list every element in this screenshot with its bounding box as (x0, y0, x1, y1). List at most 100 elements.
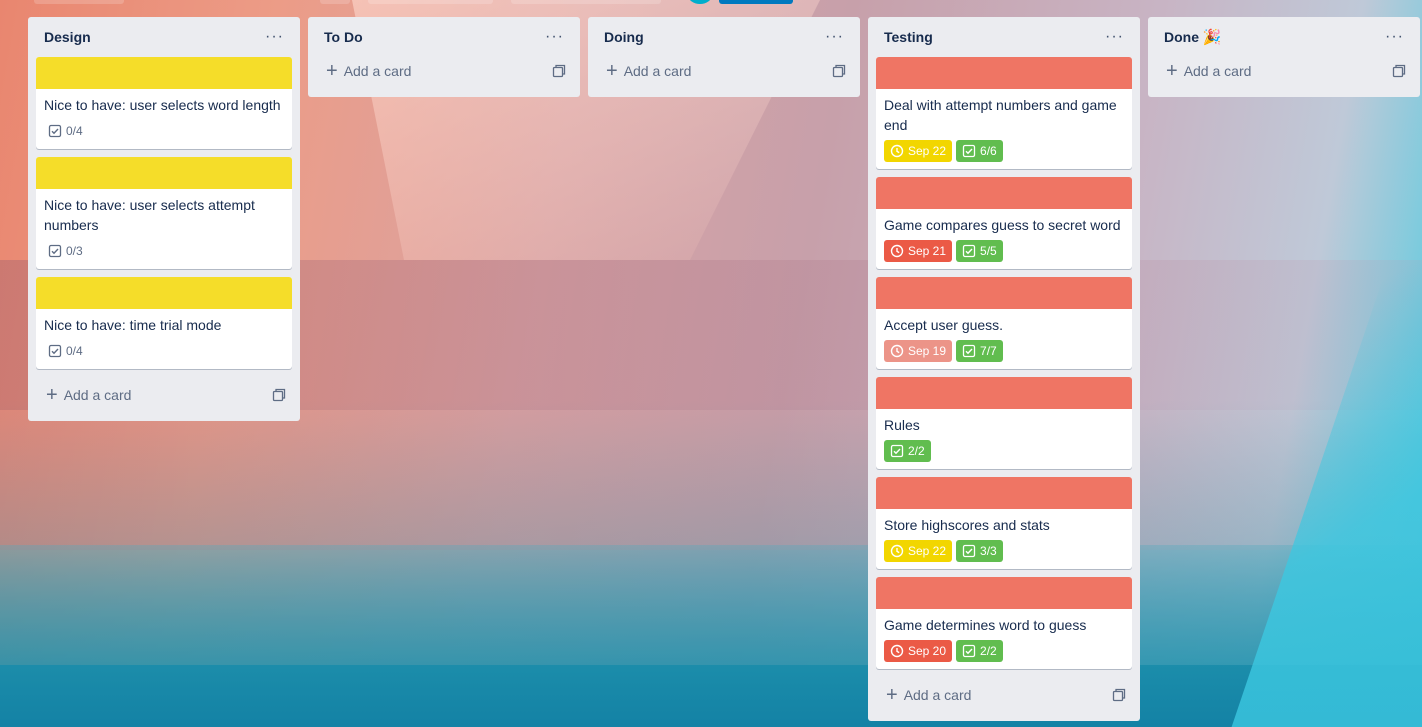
add-card-label: Add a card (623, 63, 692, 79)
list-header[interactable]: Done 🎉 ··· (1156, 17, 1412, 57)
add-card-label: Add a card (1183, 63, 1252, 79)
due-date: Sep 19 (908, 344, 947, 358)
checklist-count: 2/2 (980, 644, 997, 658)
add-card-button[interactable]: + Add a card (596, 53, 852, 89)
list-header[interactable]: To Do ··· (316, 17, 572, 57)
list-header[interactable]: Testing ··· (876, 17, 1132, 57)
card-title: Accept user guess. (884, 317, 1004, 333)
checklist-badge: 2/2 (956, 640, 1003, 662)
list-header[interactable]: Design ··· (36, 17, 292, 57)
due-date: Sep 22 (908, 144, 947, 158)
card-template-icon[interactable] (832, 64, 846, 78)
add-card-label: Add a card (343, 63, 412, 79)
header-button[interactable] (34, 0, 124, 4)
plus-icon: + (606, 60, 618, 82)
card-template-icon[interactable] (272, 388, 286, 402)
add-card-label: Add a card (63, 387, 132, 403)
plus-icon: + (326, 60, 338, 82)
card[interactable]: Game compares guess to secret word Sep 2… (876, 177, 1132, 269)
background-accent (1231, 100, 1422, 727)
list-title[interactable]: Design (44, 29, 91, 45)
checklist-icon (962, 344, 976, 358)
avatar[interactable] (688, 0, 712, 4)
list-menu-icon[interactable]: ··· (261, 25, 288, 49)
due-date: Sep 22 (908, 544, 947, 558)
checklist-count: 0/4 (66, 344, 83, 358)
card-template-icon[interactable] (552, 64, 566, 78)
list-menu-icon[interactable]: ··· (821, 25, 848, 49)
checklist-count: 3/3 (980, 544, 997, 558)
card[interactable]: Store highscores and stats Sep 22 3/3 (876, 477, 1132, 569)
background-water (0, 545, 1422, 727)
list-title[interactable]: Testing (884, 29, 933, 45)
checklist-badge: 2/2 (884, 440, 931, 462)
plus-icon: + (46, 384, 58, 406)
add-card-button[interactable]: + Add a card (316, 53, 572, 89)
due-date-badge[interactable]: Sep 21 (884, 240, 953, 262)
card-cover (876, 277, 1132, 309)
checklist-icon (962, 244, 976, 258)
due-date-badge[interactable]: Sep 20 (884, 640, 953, 662)
checklist-count: 0/3 (66, 244, 83, 258)
add-card-button[interactable]: + Add a card (876, 677, 1132, 713)
list-menu-icon[interactable]: ··· (541, 25, 568, 49)
header-button[interactable] (368, 0, 493, 4)
due-date-badge[interactable]: Sep 22 (884, 140, 953, 162)
card-title: Nice to have: user selects word length (44, 97, 281, 113)
list-design: Design ··· Nice to have: user selects wo… (28, 17, 300, 421)
card-cover (876, 177, 1132, 209)
background-water (0, 665, 1422, 727)
checklist-icon (962, 144, 976, 158)
card-title: Store highscores and stats (884, 517, 1050, 533)
card[interactable]: Nice to have: time trial mode 0/4 (36, 277, 292, 369)
clock-icon (890, 344, 904, 358)
checklist-icon (48, 124, 62, 138)
list-menu-icon[interactable]: ··· (1101, 25, 1128, 49)
card-template-icon[interactable] (1112, 688, 1126, 702)
add-card-button[interactable]: + Add a card (1156, 53, 1412, 89)
list-doing: Doing ··· + Add a card (588, 17, 860, 97)
card[interactable]: Nice to have: user selects word length 0… (36, 57, 292, 149)
card-template-icon[interactable] (1392, 64, 1406, 78)
card-title: Game determines word to guess (884, 617, 1087, 633)
checklist-badge: 6/6 (956, 140, 1003, 162)
checklist-badge: 0/4 (44, 340, 89, 362)
add-card-button[interactable]: + Add a card (36, 377, 292, 413)
list-title[interactable]: Done 🎉 (1164, 28, 1222, 46)
due-date-badge[interactable]: Sep 22 (884, 540, 953, 562)
card-cover (36, 157, 292, 189)
share-button[interactable] (719, 0, 793, 4)
checklist-count: 2/2 (908, 444, 925, 458)
plus-icon: + (886, 684, 898, 706)
card[interactable]: Deal with attempt numbers and game end S… (876, 57, 1132, 169)
checklist-badge: 0/4 (44, 120, 89, 142)
clock-icon (890, 644, 904, 658)
card-cover (876, 577, 1132, 609)
checklist-count: 6/6 (980, 144, 997, 158)
card-cover (36, 57, 292, 89)
header-button[interactable] (511, 0, 661, 4)
list-title[interactable]: To Do (324, 29, 363, 45)
checklist-icon (48, 344, 62, 358)
card[interactable]: Accept user guess. Sep 19 7/7 (876, 277, 1132, 369)
card[interactable]: Nice to have: user selects attempt numbe… (36, 157, 292, 269)
due-date: Sep 21 (908, 244, 947, 258)
list-title[interactable]: Doing (604, 29, 644, 45)
checklist-badge: 3/3 (956, 540, 1003, 562)
plus-icon: + (1166, 60, 1178, 82)
checklist-icon (890, 444, 904, 458)
card[interactable]: Rules 2/2 (876, 377, 1132, 469)
list-header[interactable]: Doing ··· (596, 17, 852, 57)
header-button[interactable] (320, 0, 350, 4)
card-title: Nice to have: time trial mode (44, 317, 222, 333)
checklist-count: 5/5 (980, 244, 997, 258)
checklist-icon (962, 644, 976, 658)
due-date-badge[interactable]: Sep 19 (884, 340, 953, 362)
card[interactable]: Game determines word to guess Sep 20 2/2 (876, 577, 1132, 669)
add-card-label: Add a card (903, 687, 972, 703)
card-title: Nice to have: user selects attempt numbe… (44, 197, 255, 233)
checklist-icon (962, 544, 976, 558)
list-done: Done 🎉 ··· + Add a card (1148, 17, 1420, 97)
clock-icon (890, 144, 904, 158)
list-menu-icon[interactable]: ··· (1381, 25, 1408, 49)
